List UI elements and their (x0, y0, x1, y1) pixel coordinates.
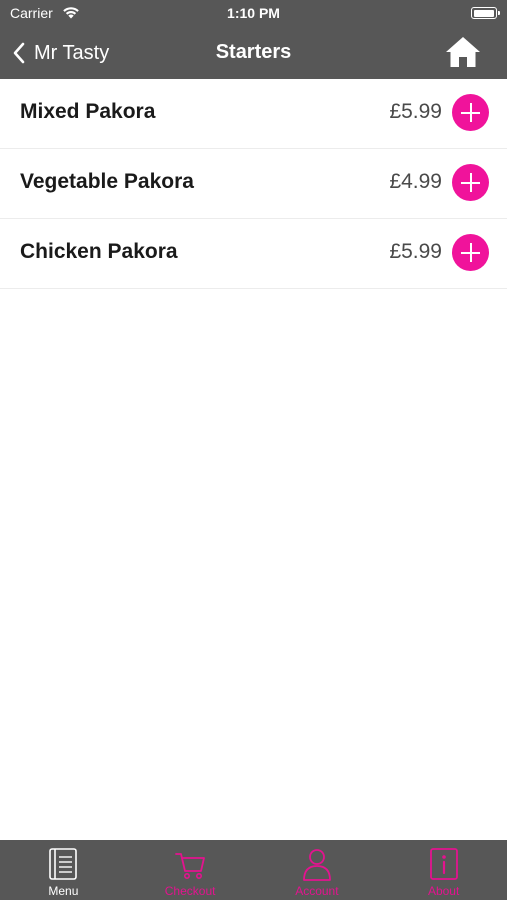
menu-item-row: Mixed Pakora £5.99 (0, 79, 507, 149)
tab-about-label: About (427, 884, 460, 898)
back-button[interactable]: Mr Tasty (12, 38, 109, 68)
menu-book-icon (49, 848, 78, 880)
status-bar: Carrier 1:10 PM (0, 0, 507, 28)
person-icon (302, 849, 331, 881)
home-icon[interactable] (445, 35, 481, 69)
tab-account[interactable]: Account (254, 840, 381, 900)
battery-tip (498, 11, 500, 15)
menu-item-name: Vegetable Pakora (20, 170, 194, 193)
starters-list: Mixed Pakora £5.99 Vegetable Pakora £4.9… (0, 79, 507, 289)
menu-item-price: £5.99 (389, 240, 442, 263)
menu-item-row: Vegetable Pakora £4.99 (0, 149, 507, 219)
tab-about[interactable]: About (380, 840, 507, 900)
tab-checkout[interactable]: Checkout (127, 840, 254, 900)
back-button-label: Mr Tasty (34, 41, 110, 64)
status-time: 1:10 PM (227, 5, 280, 21)
menu-item-row: Chicken Pakora £5.99 (0, 219, 507, 289)
menu-item-price: £4.99 (389, 170, 442, 193)
battery-level (473, 9, 494, 17)
add-to-cart-button[interactable] (452, 164, 489, 201)
tab-menu[interactable]: Menu (0, 840, 127, 900)
battery-icon (471, 7, 500, 19)
cart-icon (175, 853, 206, 879)
info-icon (429, 848, 458, 880)
navigation-bar: Mr Tasty Starters (0, 28, 507, 79)
tab-bar: Menu Checkout Account About (0, 840, 507, 900)
top-bar: Carrier 1:10 PM Mr Tasty Starters (0, 0, 507, 79)
menu-item-name: Chicken Pakora (20, 240, 178, 263)
menu-item-price: £5.99 (389, 100, 442, 123)
add-to-cart-button[interactable] (452, 94, 489, 131)
tab-account-label: Account (295, 884, 339, 898)
chevron-left-icon (13, 42, 25, 64)
add-to-cart-button[interactable] (452, 234, 489, 271)
menu-item-name: Mixed Pakora (20, 100, 156, 123)
tab-checkout-label: Checkout (164, 884, 216, 898)
tab-menu-label: Menu (48, 884, 79, 898)
